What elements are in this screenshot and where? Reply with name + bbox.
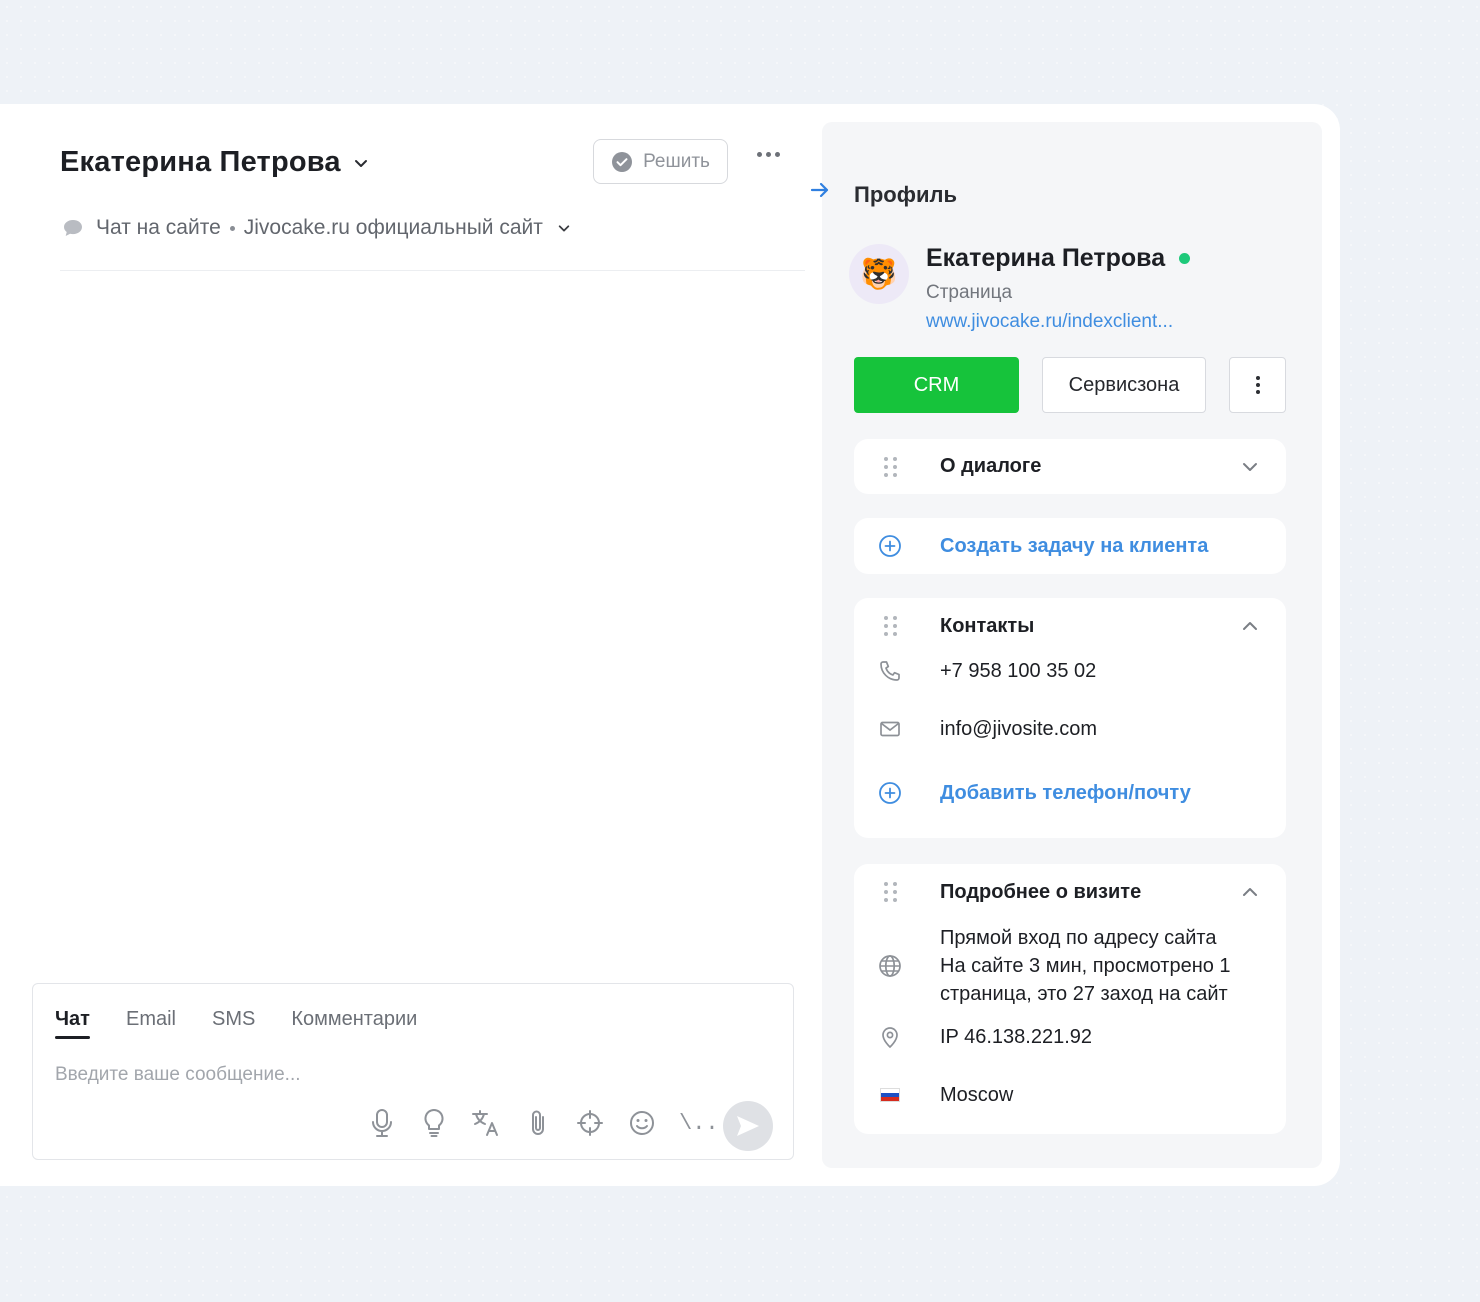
phone-icon <box>876 657 904 685</box>
message-input[interactable] <box>55 1060 655 1090</box>
create-task-section[interactable]: Создать задачу на клиента <box>854 518 1286 574</box>
plus-circle-icon <box>876 532 904 560</box>
visit-ip: IP 46.138.221.92 <box>940 1025 1092 1048</box>
visit-duration-line: На сайте 3 мин, просмотрено 1 <box>940 955 1231 977</box>
send-button[interactable] <box>723 1101 773 1151</box>
chevron-down-icon[interactable] <box>557 221 571 235</box>
add-contact-link[interactable]: Добавить телефон/почту <box>940 782 1191 805</box>
chevron-up-icon[interactable] <box>1240 616 1260 636</box>
visit-count-line: страница, это 27 заход на сайт <box>940 983 1228 1005</box>
visit-source-text: Прямой вход по адресу сайта На сайте 3 м… <box>940 924 1270 1008</box>
composer-tabs: Чат Email SMS Комментарии <box>55 1008 417 1039</box>
separator-dot <box>229 225 235 231</box>
site-label[interactable]: Jivocake.ru официальный сайт <box>244 216 543 240</box>
profile-name-text: Екатерина Петрова <box>926 244 1166 272</box>
crosshair-icon[interactable] <box>575 1108 605 1138</box>
tab-email[interactable]: Email <box>126 1008 176 1039</box>
crm-button[interactable]: CRM <box>854 357 1019 413</box>
contacts-section: Контакты +7 958 100 35 02 info@jivosite.… <box>854 598 1286 838</box>
channel-label: Чат на сайте <box>96 216 221 239</box>
visit-city: Moscow <box>940 1083 1014 1106</box>
visit-source-line: Прямой вход по адресу сайта <box>940 927 1217 949</box>
mail-icon <box>876 715 904 743</box>
avatar: 🐯 <box>849 244 909 304</box>
plus-circle-icon <box>876 779 904 807</box>
profile-client-name: Екатерина Петрова <box>926 244 1191 273</box>
composer-toolbar: \.. <box>367 1108 719 1138</box>
header-divider <box>60 270 805 271</box>
chevron-down-icon[interactable] <box>353 155 369 171</box>
chevron-down-icon[interactable] <box>1240 457 1260 477</box>
shortcut-commands-button[interactable]: \.. <box>679 1111 719 1136</box>
message-composer: Чат Email SMS Комментарии \.. <box>32 983 794 1160</box>
drag-handle-icon[interactable] <box>876 612 904 640</box>
dialog-section[interactable]: О диалоге <box>854 439 1286 494</box>
visit-details-section: Подробнее о визите Прямой вход по адресу… <box>854 864 1286 1134</box>
tab-comments[interactable]: Комментарии <box>291 1008 417 1039</box>
page-label: Страница <box>926 282 1013 303</box>
contact-email[interactable]: info@jivosite.com <box>940 718 1097 741</box>
contact-phone[interactable]: +7 958 100 35 02 <box>940 660 1096 683</box>
online-status-icon <box>1179 253 1191 264</box>
service-zone-button[interactable]: Сервисзона <box>1042 357 1206 413</box>
dialog-section-title: О диалоге <box>940 455 1042 477</box>
chat-client-title[interactable]: Екатерина Петрова <box>60 146 369 179</box>
location-pin-icon <box>876 1023 904 1051</box>
more-options-icon[interactable] <box>757 152 780 157</box>
profile-more-button[interactable] <box>1229 357 1286 413</box>
drag-handle-icon[interactable] <box>876 453 904 481</box>
globe-icon <box>876 952 904 980</box>
visit-section-title: Подробнее о визите <box>940 880 1142 903</box>
kebab-icon <box>1255 376 1260 380</box>
page-link[interactable]: www.jivocake.ru/indexclient... <box>926 311 1173 333</box>
smile-icon[interactable] <box>627 1108 657 1138</box>
tiger-avatar-icon: 🐯 <box>860 257 898 291</box>
resolve-button[interactable]: Решить <box>593 139 728 184</box>
lightbulb-icon[interactable] <box>419 1108 449 1138</box>
create-task-link[interactable]: Создать задачу на клиента <box>940 535 1208 558</box>
microphone-icon[interactable] <box>367 1108 397 1138</box>
send-icon <box>735 1114 761 1138</box>
tab-chat[interactable]: Чат <box>55 1008 90 1039</box>
drag-handle-icon[interactable] <box>876 878 904 906</box>
check-circle-icon <box>611 151 633 173</box>
tab-sms[interactable]: SMS <box>212 1008 255 1039</box>
profile-title: Профиль <box>854 182 957 207</box>
russia-flag-icon <box>876 1081 904 1109</box>
chevron-up-icon[interactable] <box>1240 882 1260 902</box>
chat-client-name: Екатерина Петрова <box>60 146 341 178</box>
chat-bubble-icon <box>62 218 84 238</box>
arrow-right-icon[interactable] <box>808 178 832 202</box>
contacts-section-title: Контакты <box>940 614 1035 637</box>
paperclip-icon[interactable] <box>523 1108 553 1138</box>
translate-icon[interactable] <box>471 1108 501 1138</box>
resolve-button-label: Решить <box>643 150 710 172</box>
chat-source-line: Чат на сайте Jivocake.ru официальный сай… <box>62 216 571 240</box>
